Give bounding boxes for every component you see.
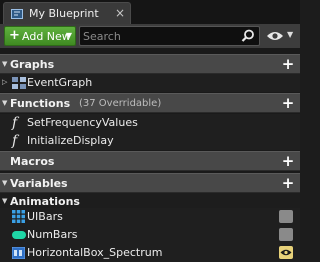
expanded-arrow-icon: ▼ [2, 179, 8, 187]
visibility-toggle-icon[interactable] [279, 246, 293, 259]
variable-item-horizontal-box-spectrum[interactable]: HorizontalBox_Spectrum [0, 244, 300, 262]
function-icon: f [12, 133, 18, 149]
add-new-label: Add New [22, 30, 71, 43]
section-title-variables: Variables [10, 177, 68, 190]
collapsed-arrow-icon: ▷ [2, 78, 8, 86]
section-title-graphs: Graphs [10, 58, 55, 71]
expanded-arrow-icon: ▼ [2, 197, 8, 205]
add-function-button[interactable]: + [280, 96, 296, 112]
visibility-toggle-icon[interactable] [279, 210, 293, 223]
grid-variable-icon [12, 210, 25, 223]
integer-variable-icon [12, 231, 26, 239]
search-icon[interactable] [241, 29, 255, 43]
function-item-label: InitializeDisplay [27, 134, 114, 147]
view-options-chevron-icon[interactable]: ▼ [287, 30, 293, 39]
section-macros[interactable]: Macros + [0, 151, 300, 171]
toolbar: + Add New ▼ ▼ [0, 24, 300, 48]
close-icon[interactable]: × [115, 6, 125, 20]
event-graph-icon [12, 77, 26, 89]
function-item-set-frequency-values[interactable]: f SetFrequencyValues [0, 114, 300, 132]
eye-icon[interactable] [266, 30, 284, 42]
tab-title: My Blueprint [29, 7, 99, 20]
function-item-label: SetFrequencyValues [27, 116, 138, 129]
tab-my-blueprint[interactable]: My Blueprint × [3, 2, 131, 24]
widget-variable-icon [12, 247, 25, 259]
section-title-macros: Macros [10, 155, 55, 168]
variable-item-label: NumBars [27, 228, 78, 241]
chevron-down-icon: ▼ [65, 31, 72, 40]
plus-icon: + [9, 28, 20, 43]
variable-item-ui-bars[interactable]: UIBars [0, 208, 300, 226]
my-blueprint-panel: My Blueprint × + Add New ▼ ▼ ▼ Graphs + … [0, 0, 300, 262]
search-box [79, 26, 260, 46]
expanded-arrow-icon: ▼ [2, 60, 8, 68]
expanded-arrow-icon: ▼ [2, 99, 8, 107]
eye-icon [280, 249, 292, 256]
graph-item-label: EventGraph [27, 76, 93, 89]
blueprint-icon [11, 9, 23, 19]
category-title: Animations [10, 195, 80, 208]
section-title-functions: Functions [10, 97, 71, 110]
visibility-toggle-icon[interactable] [279, 228, 293, 241]
variable-item-num-bars[interactable]: NumBars [0, 226, 300, 244]
add-graph-button[interactable]: + [280, 57, 296, 73]
function-icon: f [12, 115, 18, 131]
function-item-initialize-display[interactable]: f InitializeDisplay [0, 132, 300, 150]
graph-item-event-graph[interactable]: ▷ EventGraph [0, 74, 300, 92]
tab-bar: My Blueprint × [0, 0, 300, 24]
add-new-button[interactable]: + Add New ▼ [4, 26, 76, 46]
variable-item-label: UIBars [27, 210, 63, 223]
search-input[interactable] [83, 29, 233, 44]
section-variables[interactable]: ▼ Variables + [0, 173, 300, 193]
section-functions[interactable]: ▼ Functions (37 Overridable) + [0, 93, 300, 113]
add-variable-button[interactable]: + [280, 176, 296, 192]
add-macro-button[interactable]: + [280, 154, 296, 170]
overridable-count: (37 Overridable) [79, 98, 162, 109]
section-graphs[interactable]: ▼ Graphs + [0, 54, 300, 74]
variable-item-label: HorizontalBox_Spectrum [27, 246, 163, 259]
